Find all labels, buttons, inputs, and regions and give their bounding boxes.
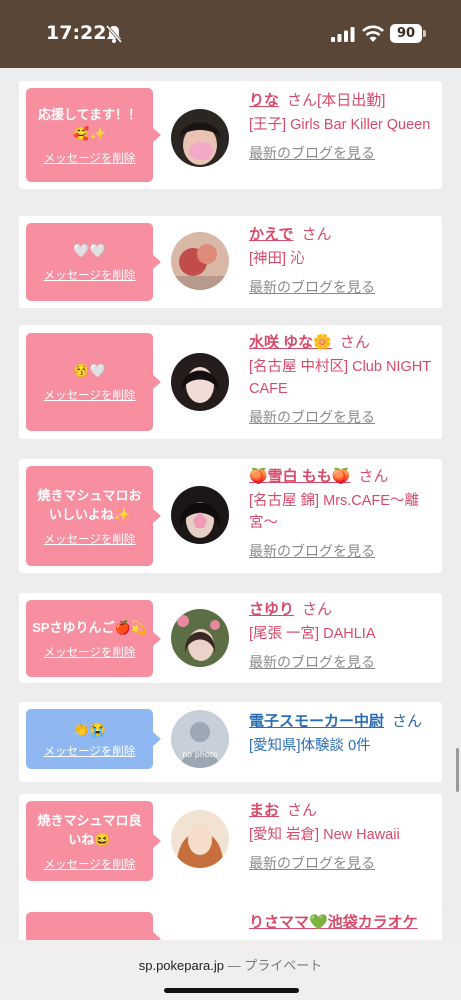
no-photo-avatar[interactable]: no photo (171, 710, 229, 768)
url-separator: — (224, 958, 245, 973)
cast-name-link[interactable]: 水咲 ゆな🌼 (249, 334, 332, 351)
message-card: 👏😭 メッセージを削除 no photo 電子スモーカー中尉 さん [愛知県]体験… (19, 702, 442, 782)
latest-blog-link[interactable]: 最新のブログを見る (249, 541, 434, 561)
battery-tip (423, 30, 426, 37)
message-card: 😚🤍 メッセージを削除 水咲 ゆな🌼 さん [名古屋 中村区] Club NIGH… (19, 325, 442, 439)
honorific: さん (287, 802, 318, 819)
scrollbar[interactable] (456, 748, 459, 792)
message-text: 焼きマシュマロおいしいよね✨ (37, 487, 142, 522)
cast-name-link[interactable]: りな (249, 92, 279, 109)
honorific: さん (339, 334, 370, 351)
message-card: 応援してます！！🥰✨ メッセージを削除 りな さん[本日出勤] [王子] Girl… (19, 81, 442, 189)
delete-message-link[interactable]: メッセージを削除 (44, 387, 136, 403)
cast-name-link[interactable]: 🍑雪白 もも🍑 (249, 468, 351, 485)
url-display[interactable]: sp.pokepara.jp — プライベート (0, 955, 461, 974)
message-bubble: SPさゆりんご🍎💫 メッセージを削除 (26, 600, 161, 677)
message-text: 😚🤍 (73, 363, 106, 378)
honorific: さん (358, 468, 389, 485)
cast-info: 🍑雪白 もも🍑 さん [名古屋 錦] Mrs.CAFE〜離宮〜 最新のブログを見る (249, 467, 434, 561)
honorific: さん (302, 601, 333, 618)
message-card: 🤍🤍 メッセージを削除 かえで さん [神田] 沁 最新のブログを見る (19, 216, 442, 308)
message-bubble: 焼きマシュマロおいしいよね✨ メッセージを削除 (26, 466, 161, 566)
delete-message-link[interactable]: メッセージを削除 (44, 644, 136, 660)
delete-message-link[interactable]: メッセージを削除 (44, 743, 136, 759)
delete-message-link[interactable]: メッセージを削除 (44, 150, 136, 166)
shop-name: [王子] Girls Bar Killer Queen (249, 117, 431, 133)
status-bar: 17:22 90 (0, 0, 461, 68)
delete-message-link[interactable]: メッセージを削除 (44, 531, 136, 547)
latest-blog-link[interactable]: 最新のブログを見る (249, 143, 434, 163)
cast-info: 電子スモーカー中尉 さん [愛知県]体験談 0件 (249, 712, 449, 757)
cast-info: かえで さん [神田] 沁 最新のブログを見る (249, 225, 434, 297)
home-indicator[interactable] (164, 988, 299, 993)
message-text: 🤍🤍 (73, 243, 106, 258)
delete-message-link[interactable]: メッセージを削除 (44, 267, 136, 283)
message-bubble: 😚🤍 メッセージを削除 (26, 333, 161, 431)
message-text: 応援してます！！🥰✨ (38, 106, 141, 141)
shop-name: [尾張 一宮] DAHLIA (249, 626, 376, 642)
shop-name: [名古屋 錦] Mrs.CAFE〜離宮〜 (249, 493, 419, 531)
shop-name: [名古屋 中村区] Club NIGHT CAFE (249, 359, 431, 397)
shop-name: [愛知 岩倉] New Hawaii (249, 827, 400, 843)
latest-blog-link[interactable]: 最新のブログを見る (249, 277, 434, 297)
message-text: SPさゆりんご🍎💫 (32, 619, 147, 635)
latest-blog-link[interactable]: 最新のブログを見る (249, 853, 434, 873)
no-photo-label: no photo (182, 750, 218, 759)
message-text: 焼きマシュマロ良いね😆 (37, 812, 142, 847)
status-time: 17:22 (46, 22, 107, 44)
cast-avatar[interactable] (171, 232, 229, 290)
message-bubble: 🤍🤍 メッセージを削除 (26, 223, 161, 301)
wifi-icon (362, 25, 384, 42)
message-card: SPさゆりんご🍎💫 メッセージを削除 さゆり さん [尾張 一宮] DAHLIA … (19, 593, 442, 683)
cast-name-link[interactable]: まお (249, 802, 279, 819)
message-bubble: 👏😭 メッセージを削除 (26, 709, 161, 769)
message-bubble: 応援してます！！🥰✨ メッセージを削除 (26, 88, 161, 182)
cast-info: りな さん[本日出勤] [王子] Girls Bar Killer Queen 最… (249, 91, 434, 163)
delete-message-link[interactable]: メッセージを削除 (44, 856, 136, 872)
honorific: さん (392, 713, 423, 730)
message-card: 焼きマシュマロおいしいよね✨ メッセージを削除 🍑雪白 もも🍑 さん [名古屋 錦… (19, 459, 442, 573)
review-count: [愛知県]体験談 0件 (249, 738, 371, 754)
cast-avatar[interactable] (171, 486, 229, 544)
cast-name-link[interactable]: かえで (249, 226, 294, 243)
cast-avatar[interactable] (171, 609, 229, 667)
cast-info: りさママ💚池袋カラオケ (249, 913, 434, 933)
honorific: さん (287, 92, 318, 109)
work-status-badge: [本日出勤] (317, 92, 386, 109)
cellular-signal-icon (331, 27, 355, 42)
cast-avatar[interactable] (171, 353, 229, 411)
message-text: 👏😭 (73, 721, 106, 737)
browser-address-bar[interactable]: sp.pokepara.jp — プライベート (0, 940, 461, 1000)
honorific: さん (301, 226, 332, 243)
message-bubble: 焼きマシュマロ良いね😆 メッセージを削除 (26, 801, 161, 881)
bell-slash-icon (105, 25, 123, 43)
cast-avatar[interactable] (171, 109, 229, 167)
latest-blog-link[interactable]: 最新のブログを見る (249, 407, 434, 427)
cast-info: さゆり さん [尾張 一宮] DAHLIA 最新のブログを見る (249, 600, 434, 672)
cast-avatar[interactable] (171, 810, 229, 868)
latest-blog-link[interactable]: 最新のブログを見る (249, 652, 434, 672)
cast-info: 水咲 ゆな🌼 さん [名古屋 中村区] Club NIGHT CAFE 最新のブロ… (249, 333, 434, 427)
message-card: 焼きマシュマロ良いね😆 メッセージを削除 まお さん [愛知 岩倉] New Ha… (19, 794, 442, 906)
user-name-link[interactable]: 電子スモーカー中尉 (249, 713, 384, 730)
cast-name-link[interactable]: さゆり (249, 601, 294, 618)
cast-info: まお さん [愛知 岩倉] New Hawaii 最新のブログを見る (249, 801, 434, 873)
url-domain: sp.pokepara.jp (138, 958, 225, 973)
shop-name: [神田] 沁 (249, 251, 305, 267)
cast-name-link[interactable]: りさママ💚池袋カラオケ (249, 914, 418, 931)
private-mode-label: プライベート (244, 958, 323, 973)
battery-indicator: 90 (390, 24, 422, 43)
